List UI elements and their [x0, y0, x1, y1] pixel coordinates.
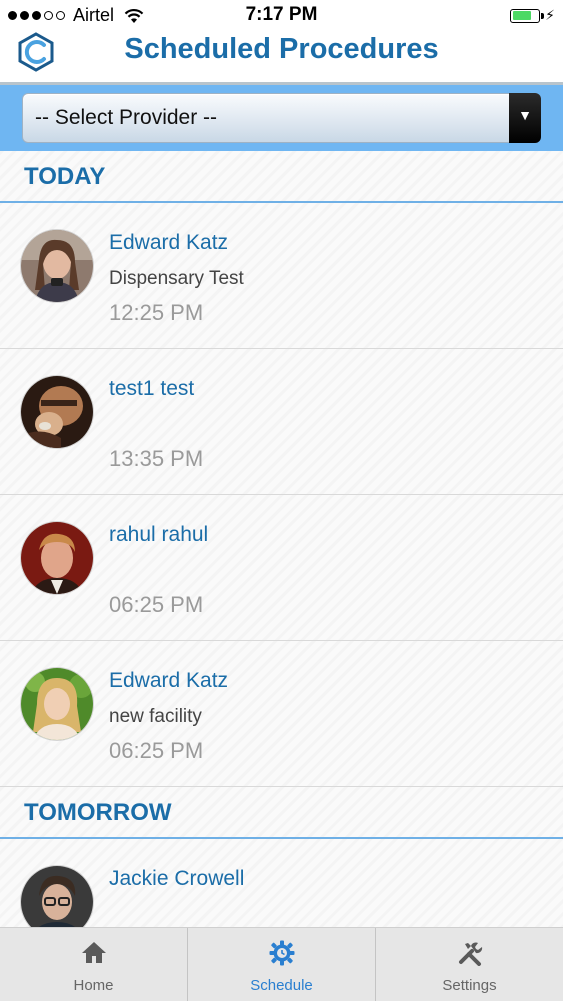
section-header-today: TODAY: [0, 151, 563, 203]
battery-icon: [510, 8, 545, 23]
patient-name: Jackie Crowell: [109, 867, 245, 890]
schedule-gear-icon: [269, 940, 294, 966]
patient-name: Edward Katz: [109, 231, 229, 254]
status-bar: Airtel 7:17 PM ⚡: [0, 0, 563, 30]
tab-settings-label: Settings: [442, 977, 497, 994]
appointment-time: 06:25 PM: [109, 738, 204, 763]
appointment-row[interactable]: rahul rahul 06:25 PM: [0, 495, 563, 641]
provider-select-value: -- Select Provider --: [35, 106, 218, 129]
app-header: Scheduled Procedures: [0, 30, 563, 85]
appointment-row[interactable]: test1 test 13:35 PM: [0, 349, 563, 495]
patient-name: test1 test: [109, 377, 195, 400]
provider-select[interactable]: -- Select Provider -- ▼: [22, 93, 541, 143]
charging-bolt-icon: ⚡: [545, 7, 555, 23]
appointment-row[interactable]: Edward Katz Dispensary Test 12:25 PM: [0, 203, 563, 349]
home-icon: [81, 942, 106, 963]
tab-bar: Home Schedule Settings: [0, 927, 563, 1001]
patient-name: rahul rahul: [109, 523, 209, 546]
page-title: Scheduled Procedures: [124, 33, 439, 65]
avatar: [21, 522, 93, 594]
appointment-time: 06:25 PM: [109, 592, 204, 617]
avatar: [21, 230, 93, 302]
tab-schedule-label: Schedule: [250, 977, 313, 994]
status-right: ⚡: [510, 7, 555, 24]
section-header-tomorrow: TOMORROW: [0, 787, 563, 839]
tab-schedule[interactable]: Schedule: [187, 928, 375, 1001]
tab-home-label: Home: [73, 977, 114, 994]
avatar: [21, 668, 93, 740]
tools-icon: [458, 942, 482, 966]
dropdown-arrow-icon[interactable]: ▼: [509, 93, 541, 143]
avatar: [21, 376, 93, 448]
facility-name: new facility: [109, 706, 202, 727]
facility-name: Dispensary Test: [109, 268, 244, 289]
tab-home[interactable]: Home: [0, 928, 187, 1001]
appointment-row[interactable]: Jackie Crowell: [0, 839, 563, 927]
appointment-time: 13:35 PM: [109, 446, 204, 471]
avatar: [21, 866, 93, 927]
patient-name: Edward Katz: [109, 669, 229, 692]
schedule-list[interactable]: TODAY Edward Katz Dispensary Test 12:25 …: [0, 151, 563, 927]
appointment-time: 12:25 PM: [109, 300, 204, 325]
tab-settings[interactable]: Settings: [375, 928, 563, 1001]
provider-filter-bar: -- Select Provider -- ▼: [0, 85, 563, 151]
appointment-row[interactable]: Edward Katz new facility 06:25 PM: [0, 641, 563, 787]
status-time: 7:17 PM: [245, 4, 318, 25]
